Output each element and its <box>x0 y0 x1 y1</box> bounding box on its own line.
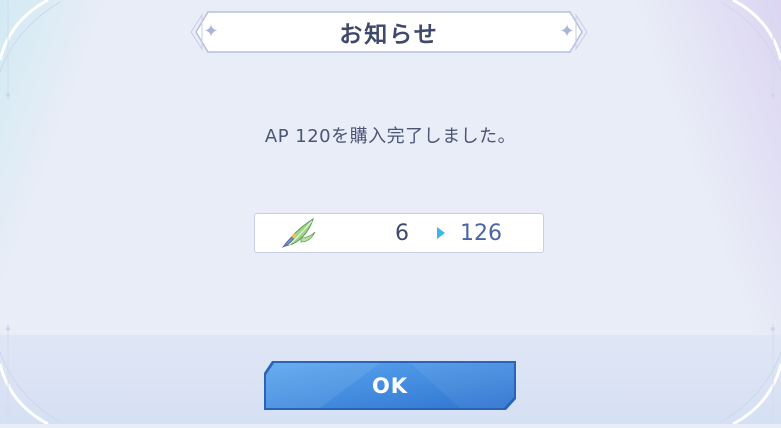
ap-change-box: 6 126 <box>254 213 544 253</box>
dialog-title-banner: ✦ ✦ お知らせ <box>188 10 590 54</box>
arrow-right-icon <box>437 227 445 239</box>
corner-ornament-bottom-left <box>0 314 70 426</box>
corner-ornament-top-left <box>0 0 70 110</box>
corner-ornament-top-right <box>711 0 781 110</box>
ap-before-value: 6 <box>395 221 409 246</box>
dialog-title: お知らせ <box>339 22 439 48</box>
corner-ornament-bottom-right <box>711 314 781 426</box>
ap-feather-icon <box>279 216 319 250</box>
ok-button[interactable]: OK <box>260 359 520 412</box>
ap-after-value: 126 <box>460 221 502 246</box>
ok-button-label: OK <box>371 373 409 398</box>
purchase-complete-message: AP 120を購入完了しました。 <box>264 126 517 147</box>
